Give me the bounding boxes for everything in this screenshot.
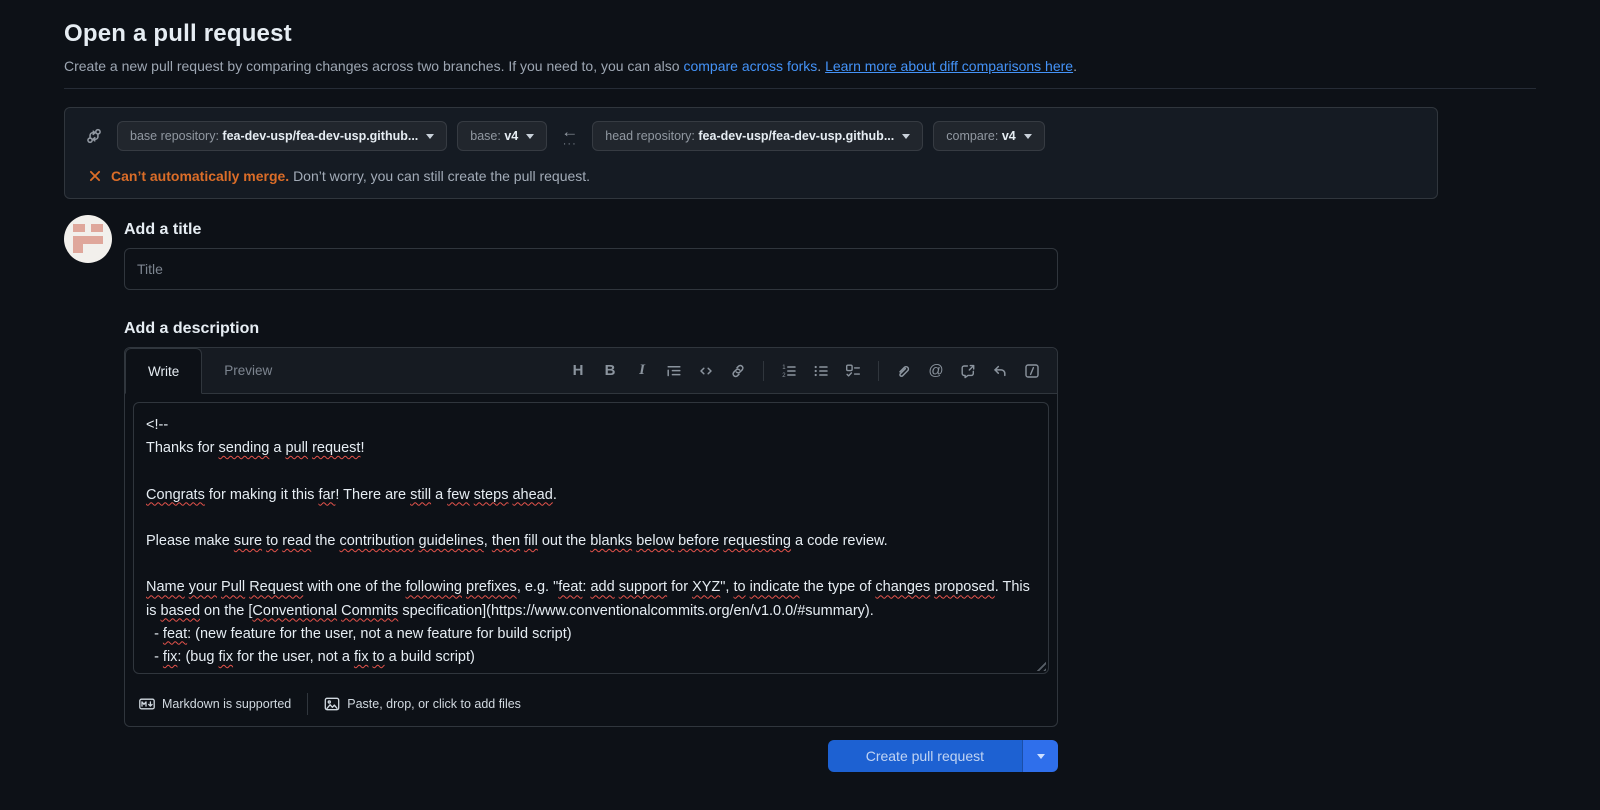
description-editor: Write Preview H B I [124, 347, 1058, 727]
page-title: Open a pull request [64, 20, 1536, 48]
caret-down-icon [426, 134, 434, 139]
toolbar-divider [763, 361, 764, 381]
base-repository-dropdown[interactable]: base repository: fea-dev-usp/fea-dev-usp… [117, 121, 447, 151]
caret-down-icon [1024, 134, 1032, 139]
create-pr-split-button: Create pull request [828, 740, 1058, 772]
markdown-toolbar: H B I 12 [563, 348, 1057, 393]
caret-down-icon [1037, 754, 1045, 759]
page-subtitle: Create a new pull request by comparing c… [64, 58, 1536, 74]
svg-text:1: 1 [782, 365, 786, 371]
svg-text:2: 2 [782, 373, 786, 379]
diff-comparisons-link[interactable]: Learn more about diff comparisons here [825, 58, 1073, 74]
code-icon[interactable] [691, 356, 721, 386]
mention-icon[interactable]: @ [921, 356, 951, 386]
reply-icon[interactable] [985, 356, 1015, 386]
resize-grip[interactable] [1033, 658, 1046, 671]
create-pull-request-button[interactable]: Create pull request [828, 740, 1022, 772]
image-icon [324, 696, 340, 712]
tab-preview[interactable]: Preview [202, 348, 294, 393]
editor-footer: Markdown is supported Paste, drop, or cl… [125, 682, 1057, 726]
add-title-heading: Add a title [124, 215, 1058, 239]
merge-status-detail: Don’t worry, you can still create the pu… [293, 168, 590, 184]
head-repository-dropdown[interactable]: head repository: fea-dev-usp/fea-dev-usp… [592, 121, 923, 151]
toolbar-divider [878, 361, 879, 381]
base-branch-dropdown[interactable]: base: v4 [457, 121, 547, 151]
quote-icon[interactable] [659, 356, 689, 386]
markdown-supported-link[interactable]: Markdown is supported [139, 696, 291, 712]
heading-icon[interactable]: H [563, 356, 593, 386]
attach-file-icon[interactable] [889, 356, 919, 386]
editor-header: Write Preview H B I [125, 348, 1057, 394]
link-icon[interactable] [723, 356, 753, 386]
caret-down-icon [526, 134, 534, 139]
add-description-heading: Add a description [124, 314, 1058, 338]
tab-write[interactable]: Write [125, 348, 202, 394]
numbered-list-icon[interactable]: 12 [774, 356, 804, 386]
subtitle-text: Create a new pull request by comparing c… [64, 58, 683, 74]
header-divider [64, 88, 1536, 89]
bold-icon[interactable]: B [595, 356, 625, 386]
attach-files-button[interactable]: Paste, drop, or click to add files [324, 696, 521, 712]
description-textarea[interactable]: <!-- Thanks for sending a pull request! … [133, 402, 1049, 674]
create-pr-options-button[interactable] [1022, 740, 1058, 772]
italic-icon[interactable]: I [627, 356, 657, 386]
unordered-list-icon[interactable] [806, 356, 836, 386]
loading-dots: ··· [563, 139, 577, 150]
compare-direction-arrow: ← ··· [557, 123, 582, 150]
caret-down-icon [902, 134, 910, 139]
user-avatar [64, 215, 112, 263]
left-arrow-icon: ← [561, 123, 578, 140]
compare-across-forks-link[interactable]: compare across forks [683, 58, 817, 74]
slash-commands-icon[interactable] [1017, 356, 1047, 386]
git-compare-icon [85, 127, 103, 145]
cross-reference-icon[interactable] [953, 356, 983, 386]
tasklist-icon[interactable] [838, 356, 868, 386]
markdown-icon [139, 696, 155, 712]
merge-status: Can’t automatically merge. Don’t worry, … [85, 168, 1417, 184]
x-icon [88, 169, 102, 183]
compare-branch-dropdown[interactable]: compare: v4 [933, 121, 1045, 151]
footer-divider [307, 693, 308, 715]
branch-selector-box: base repository: fea-dev-usp/fea-dev-usp… [64, 107, 1438, 199]
merge-status-emphasis: Can’t automatically merge. [111, 168, 289, 184]
title-input[interactable] [124, 248, 1058, 290]
